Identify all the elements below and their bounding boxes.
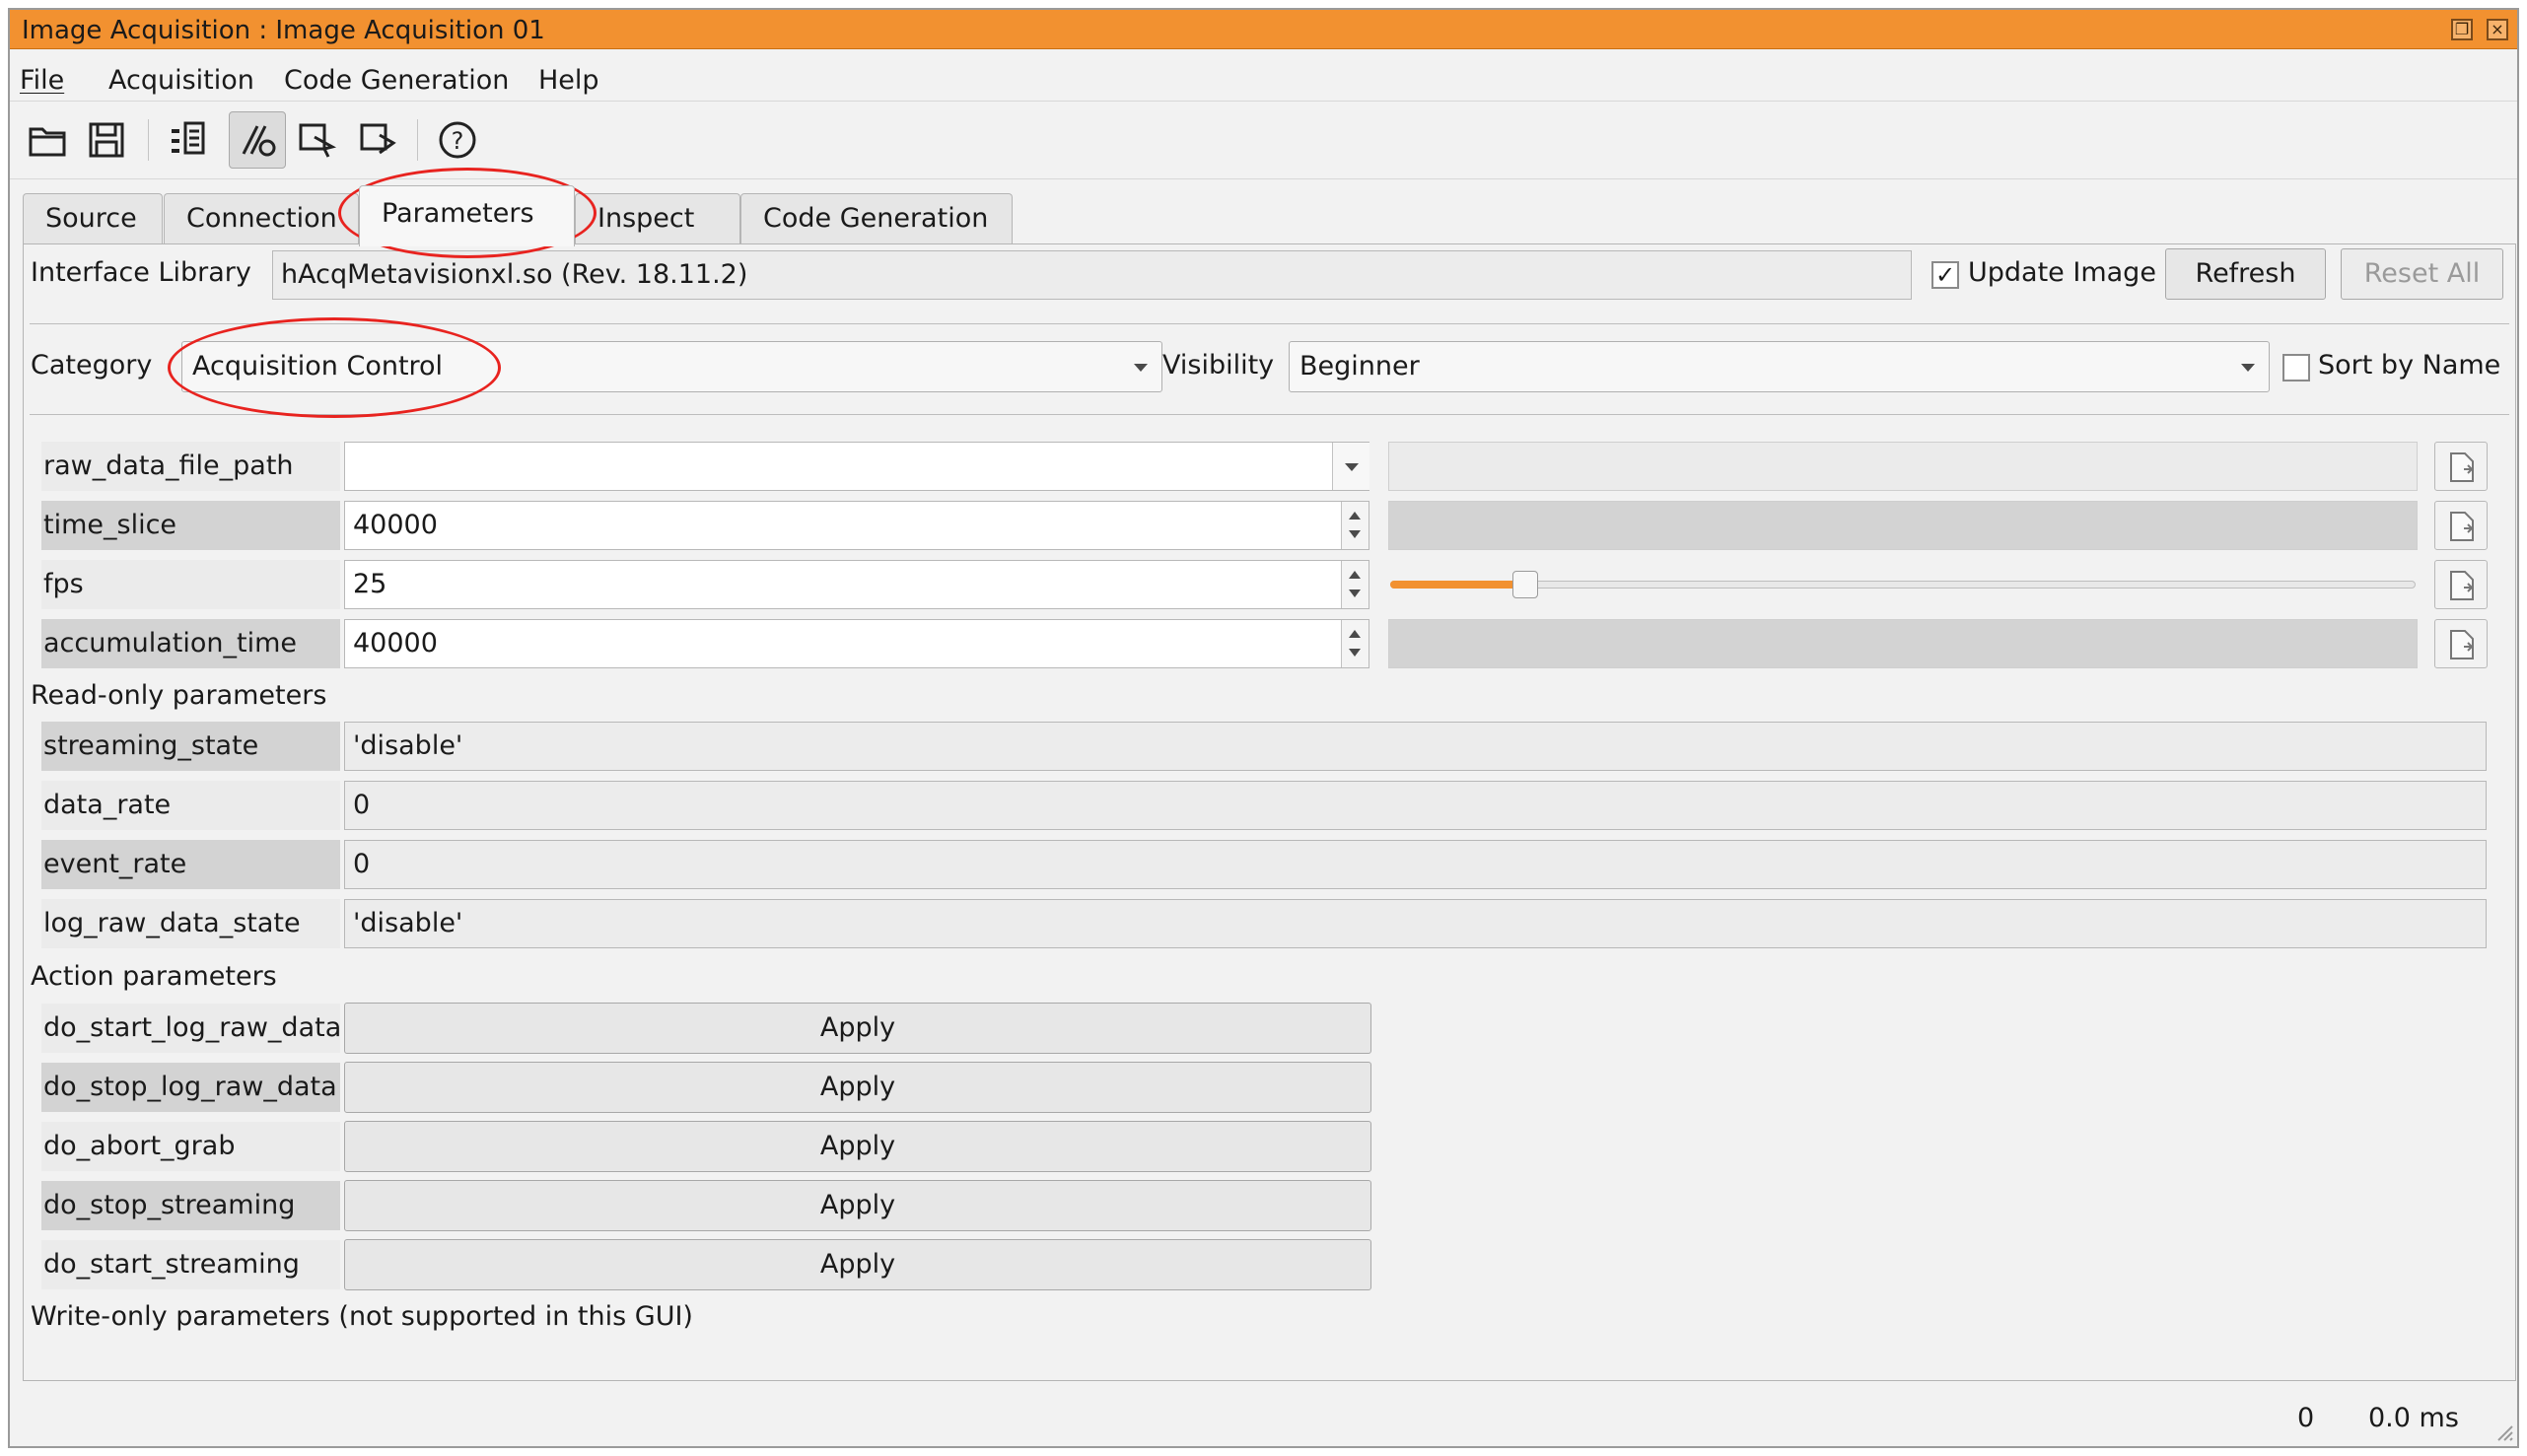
param-extra-area [1388,442,2418,491]
reset-all-button[interactable]: Reset All [2341,248,2503,300]
log-raw-data-state-value: 'disable' [344,899,2487,948]
spin-buttons[interactable] [1341,502,1369,549]
param-label-do-stop-streaming: do_stop_streaming [41,1181,340,1230]
connect-icon[interactable] [229,111,286,169]
apply-button[interactable]: Apply [344,1239,1371,1290]
fps-slider-fill [1390,581,1523,589]
interface-library-field: hAcqMetavisionxl.so (Rev. 18.11.2) [272,250,1912,300]
close-window-icon[interactable]: × [2487,19,2508,40]
tab-bar: Source Connection Parameters Inspect Cod… [23,185,1013,246]
svg-text:?: ? [452,127,464,155]
category-label: Category [31,350,153,381]
apply-button[interactable]: Apply [344,1062,1371,1113]
visibility-label: Visibility [1162,350,1275,381]
chevron-down-icon [2241,364,2255,372]
time-slice-input[interactable]: 40000 [344,501,1369,550]
chevron-down-icon [1134,364,1148,372]
tab-inspect[interactable]: Inspect [575,193,740,244]
spin-buttons[interactable] [1341,620,1369,667]
window-title: Image Acquisition : Image Acquisition 01 [22,16,545,45]
param-extra-area [1388,619,2418,668]
toolbar: ? [10,101,2517,179]
live-icon[interactable] [350,111,407,169]
chevron-down-icon[interactable] [1332,443,1369,490]
menu-code-generation[interactable]: Code Generation [284,65,509,96]
separator [30,414,2509,415]
param-label-fps: fps [41,560,340,609]
param-label-do-start-log-raw-data: do_start_log_raw_data [41,1004,341,1053]
copy-parameter-icon[interactable] [2434,442,2488,491]
writeonly-section-header: Write-only parameters (not supported in … [31,1301,693,1332]
param-extra-area [1388,501,2418,550]
accumulation-time-input[interactable]: 40000 [344,619,1369,668]
grab-icon[interactable] [289,111,346,169]
update-image-checkbox[interactable]: ✓ [1931,261,1959,289]
param-label-data-rate: data_rate [41,781,340,830]
apply-button[interactable]: Apply [344,1121,1371,1172]
tab-code-generation[interactable]: Code Generation [740,193,1013,244]
param-label-do-start-streaming: do_start_streaming [41,1240,340,1289]
menu-file[interactable]: File [20,65,64,96]
apply-button[interactable]: Apply [344,1003,1371,1054]
data-rate-value: 0 [344,781,2487,830]
title-bar: Image Acquisition : Image Acquisition 01… [10,10,2517,49]
param-label-do-stop-log-raw-data: do_stop_log_raw_data [41,1063,340,1112]
readonly-section-header: Read-only parameters [31,680,327,711]
apply-button[interactable]: Apply [344,1180,1371,1231]
resize-grip-icon[interactable] [2494,1422,2514,1442]
param-label-do-abort-grab: do_abort_grab [41,1122,340,1171]
action-section-header: Action parameters [31,961,277,992]
menu-bar: File Acquisition Code Generation Help [10,49,2517,101]
interface-library-label: Interface Library [31,257,251,288]
menu-help[interactable]: Help [538,65,599,96]
image-acquisition-window: Image Acquisition : Image Acquisition 01… [8,8,2519,1448]
toolbar-separator [148,119,149,161]
fps-slider-track[interactable] [1390,581,2416,589]
copy-parameter-icon[interactable] [2434,619,2488,668]
sort-by-name-label: Sort by Name [2318,350,2501,381]
param-label-accumulation-time: accumulation_time [41,619,340,668]
fps-value: 25 [353,569,387,599]
param-label-raw-data-file-path: raw_data_file_path [41,442,340,491]
streaming-state-value: 'disable' [344,722,2487,771]
open-folder-icon[interactable] [20,111,77,169]
update-image-label: Update Image [1968,257,2156,288]
visibility-select-value: Beginner [1299,351,1420,381]
refresh-button[interactable]: Refresh [2165,248,2326,300]
highlight-circle-category-value [168,317,501,418]
param-label-time-slice: time_slice [41,501,340,550]
save-icon[interactable] [79,111,136,169]
event-rate-value: 0 [344,840,2487,889]
spin-buttons[interactable] [1341,561,1369,608]
status-time: 0.0 ms [2368,1403,2459,1433]
status-bar: 0 0.0 ms [10,1385,2517,1448]
status-count: 0 [2297,1403,2315,1433]
sort-by-name-checkbox[interactable] [2282,354,2310,381]
fps-slider-handle[interactable] [1512,571,1538,598]
param-label-event-rate: event_rate [41,840,340,889]
param-label-streaming-state: streaming_state [41,722,340,771]
copy-parameter-icon[interactable] [2434,560,2488,609]
help-icon[interactable]: ? [429,111,486,169]
visibility-select[interactable]: Beginner [1289,341,2270,392]
raw-data-file-path-combo[interactable] [344,442,1369,491]
toolbar-separator [417,119,418,161]
time-slice-value: 40000 [353,510,438,540]
tab-connection[interactable]: Connection [164,193,359,244]
copy-parameter-icon[interactable] [2434,501,2488,550]
accumulation-time-value: 40000 [353,628,438,659]
fps-input[interactable]: 25 [344,560,1369,609]
tab-parameters[interactable]: Parameters [359,185,575,246]
menu-acquisition[interactable]: Acquisition [108,65,254,96]
float-window-icon[interactable]: ❐ [2451,19,2473,40]
param-label-log-raw-data-state: log_raw_data_state [41,899,340,948]
tab-source[interactable]: Source [23,193,163,244]
detect-devices-icon[interactable] [160,111,217,169]
